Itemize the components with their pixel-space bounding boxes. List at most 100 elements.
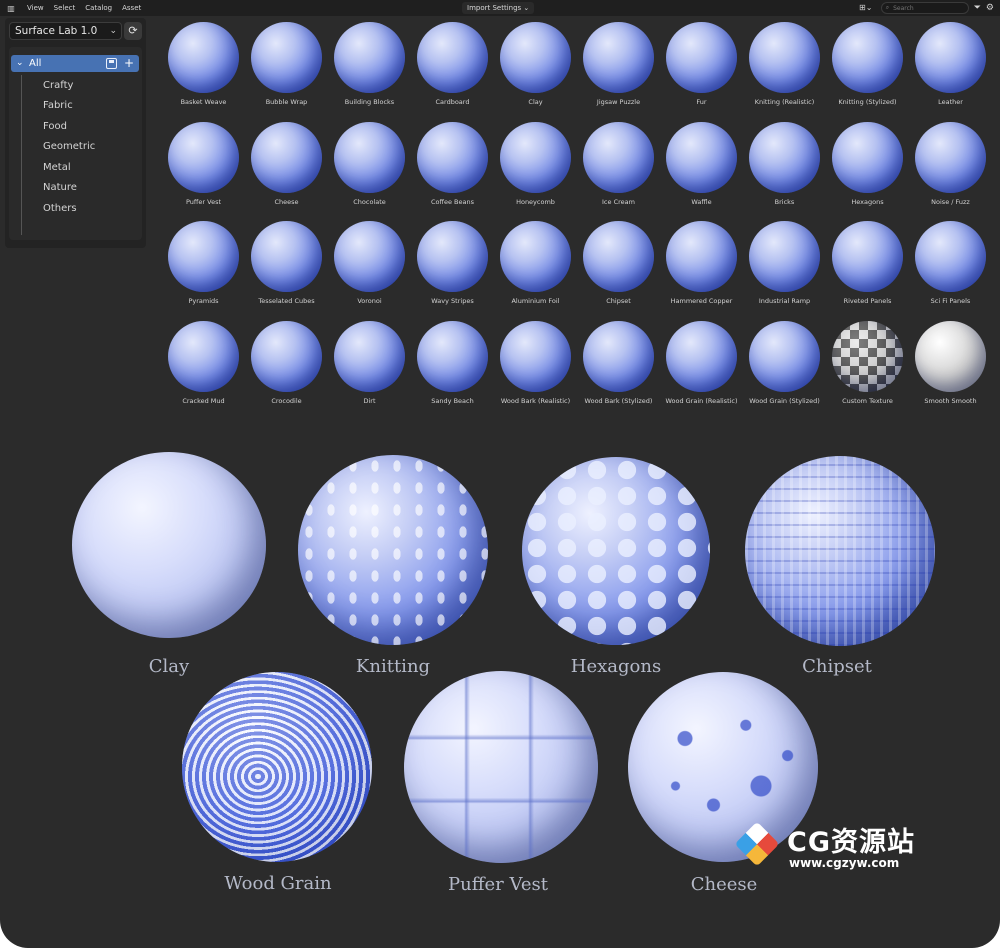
asset-thumbnail[interactable] — [749, 121, 820, 193]
asset-item[interactable]: Knitting (Stylized) — [826, 18, 909, 118]
asset-item[interactable]: Bricks — [743, 118, 826, 218]
refresh-icon[interactable]: ⟳ — [124, 22, 142, 40]
catalog-item-others[interactable]: Others — [43, 201, 77, 217]
asset-thumbnail[interactable] — [749, 22, 820, 93]
asset-item[interactable]: Cracked Mud — [162, 317, 245, 417]
asset-item[interactable]: Fur — [660, 18, 743, 118]
asset-item[interactable]: Pyramids — [162, 217, 245, 317]
asset-thumbnail[interactable] — [334, 22, 405, 93]
catalog-item-all[interactable]: ⌄ All + — [11, 55, 139, 72]
search-box[interactable]: ⌕ — [880, 2, 969, 14]
asset-thumbnail[interactable] — [583, 320, 654, 392]
menu-select[interactable]: Select — [49, 0, 81, 16]
asset-item[interactable]: Wood Bark (Realistic) — [494, 317, 577, 417]
asset-item[interactable]: Wavy Stripes — [411, 217, 494, 317]
asset-item[interactable]: Basket Weave — [162, 18, 245, 118]
asset-item[interactable]: Chocolate — [328, 118, 411, 218]
asset-thumbnail[interactable] — [666, 320, 737, 392]
menu-asset[interactable]: Asset — [117, 0, 146, 16]
save-icon[interactable] — [106, 58, 117, 69]
asset-thumbnail[interactable] — [417, 22, 488, 93]
asset-item[interactable]: Waffle — [660, 118, 743, 218]
asset-item[interactable]: Voronoi — [328, 217, 411, 317]
import-settings-dropdown[interactable]: Import Settings ⌄ — [462, 2, 535, 14]
catalog-item-geometric[interactable]: Geometric — [43, 139, 95, 155]
asset-item[interactable]: Coffee Beans — [411, 118, 494, 218]
asset-item[interactable]: Aluminium Foil — [494, 217, 577, 317]
asset-item[interactable]: Crocodile — [245, 317, 328, 417]
asset-item[interactable]: Industrial Ramp — [743, 217, 826, 317]
catalog-item-metal[interactable]: Metal — [43, 160, 71, 176]
asset-item[interactable]: Cheese — [245, 118, 328, 218]
filter-icon[interactable]: ⏷ — [974, 2, 981, 14]
asset-thumbnail[interactable] — [832, 320, 903, 392]
asset-item[interactable]: Custom Texture — [826, 317, 909, 417]
asset-thumbnail[interactable] — [251, 121, 322, 193]
asset-item[interactable]: Hexagons — [826, 118, 909, 218]
menu-view[interactable]: View — [22, 0, 49, 16]
chevron-down-icon[interactable]: ⌄ — [16, 55, 24, 72]
asset-item[interactable]: Noise / Fuzz — [909, 118, 992, 218]
asset-thumbnail[interactable] — [168, 121, 239, 193]
asset-thumbnail[interactable] — [915, 320, 986, 392]
asset-item[interactable]: Leather — [909, 18, 992, 118]
asset-thumbnail[interactable] — [417, 320, 488, 392]
asset-thumbnail[interactable] — [583, 22, 654, 93]
asset-thumbnail[interactable] — [832, 221, 903, 292]
asset-item[interactable]: Ice Cream — [577, 118, 660, 218]
asset-thumbnail[interactable] — [334, 320, 405, 392]
catalog-item-crafty[interactable]: Crafty — [43, 78, 73, 94]
asset-thumbnail[interactable] — [666, 22, 737, 93]
asset-thumbnail[interactable] — [334, 221, 405, 292]
asset-thumbnail[interactable] — [251, 320, 322, 392]
asset-item[interactable]: Sci Fi Panels — [909, 217, 992, 317]
asset-thumbnail[interactable] — [832, 121, 903, 193]
search-input[interactable] — [893, 4, 954, 12]
asset-thumbnail[interactable] — [583, 121, 654, 193]
asset-item[interactable]: Clay — [494, 18, 577, 118]
asset-thumbnail[interactable] — [500, 320, 571, 392]
editor-type-icon[interactable]: ▥ — [0, 1, 22, 15]
asset-item[interactable]: Dirt — [328, 317, 411, 417]
asset-item[interactable]: Wood Grain (Stylized) — [743, 317, 826, 417]
asset-thumbnail[interactable] — [500, 121, 571, 193]
asset-thumbnail[interactable] — [915, 121, 986, 193]
asset-item[interactable]: Honeycomb — [494, 118, 577, 218]
catalog-item-food[interactable]: Food — [43, 119, 67, 135]
asset-thumbnail[interactable] — [334, 121, 405, 193]
asset-item[interactable]: Cardboard — [411, 18, 494, 118]
asset-thumbnail[interactable] — [500, 221, 571, 292]
asset-item[interactable]: Wood Grain (Realistic) — [660, 317, 743, 417]
asset-thumbnail[interactable] — [749, 221, 820, 292]
asset-item[interactable]: Hammered Copper — [660, 217, 743, 317]
asset-thumbnail[interactable] — [417, 121, 488, 193]
asset-thumbnail[interactable] — [583, 221, 654, 292]
display-mode-icon[interactable]: ⊞⌄ — [856, 2, 876, 14]
asset-item[interactable]: Sandy Beach — [411, 317, 494, 417]
asset-thumbnail[interactable] — [417, 221, 488, 292]
asset-thumbnail[interactable] — [832, 22, 903, 93]
gear-icon[interactable]: ⚙ — [986, 2, 994, 14]
asset-item[interactable]: Chipset — [577, 217, 660, 317]
asset-thumbnail[interactable] — [500, 22, 571, 93]
asset-thumbnail[interactable] — [168, 320, 239, 392]
asset-item[interactable]: Puffer Vest — [162, 118, 245, 218]
asset-item[interactable]: Wood Bark (Stylized) — [577, 317, 660, 417]
asset-thumbnail[interactable] — [251, 22, 322, 93]
asset-thumbnail[interactable] — [666, 121, 737, 193]
catalog-item-fabric[interactable]: Fabric — [43, 98, 73, 114]
menu-catalog[interactable]: Catalog — [80, 0, 117, 16]
asset-thumbnail[interactable] — [666, 221, 737, 292]
asset-thumbnail[interactable] — [168, 221, 239, 292]
asset-item[interactable]: Smooth Smooth — [909, 317, 992, 417]
asset-thumbnail[interactable] — [915, 22, 986, 93]
catalog-item-nature[interactable]: Nature — [43, 180, 77, 196]
asset-thumbnail[interactable] — [168, 22, 239, 93]
asset-item[interactable]: Jigsaw Puzzle — [577, 18, 660, 118]
asset-thumbnail[interactable] — [915, 221, 986, 292]
asset-item[interactable]: Riveted Panels — [826, 217, 909, 317]
library-select[interactable]: Surface Lab 1.0 ⌄ — [9, 22, 122, 40]
asset-item[interactable]: Knitting (Realistic) — [743, 18, 826, 118]
asset-item[interactable]: Building Blocks — [328, 18, 411, 118]
asset-thumbnail[interactable] — [749, 320, 820, 392]
